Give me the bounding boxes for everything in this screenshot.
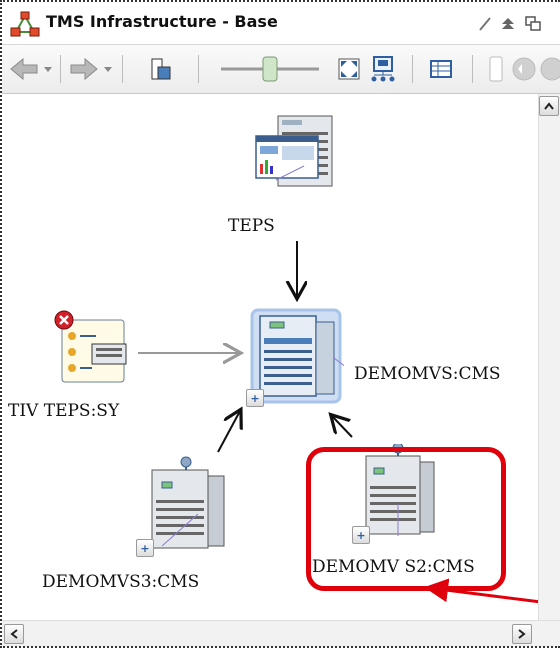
topology-window: TMS Infrastructure - Base TEPS + DEMOMVS… bbox=[0, 0, 560, 648]
toolbar-separator bbox=[472, 55, 473, 83]
fit-to-window-icon[interactable] bbox=[334, 51, 364, 87]
toolbar-separator bbox=[122, 55, 123, 83]
title-bar: TMS Infrastructure - Base bbox=[2, 2, 560, 45]
forward-arrow-icon[interactable] bbox=[68, 51, 100, 87]
table-view-icon[interactable] bbox=[426, 51, 456, 87]
chevron-left-icon bbox=[10, 629, 18, 639]
toolbar-separator bbox=[412, 55, 413, 83]
topology-canvas[interactable]: TEPS + DEMOMVS:CMS TIV TEPS:SY + DEMOMVS… bbox=[2, 94, 538, 620]
back-dropdown-icon[interactable] bbox=[40, 51, 56, 87]
forward-dropdown-icon[interactable] bbox=[100, 51, 116, 87]
toolbar-separator bbox=[198, 55, 199, 83]
node-tivteps-sy[interactable] bbox=[52, 310, 142, 392]
edge-demomvs2-to-demomvs bbox=[332, 416, 353, 438]
scroll-left-button[interactable] bbox=[4, 624, 24, 644]
node-label-demomvs-cms: DEMOMVS:CMS bbox=[354, 364, 501, 384]
scroll-right-button[interactable] bbox=[512, 624, 532, 644]
server-tower-icon bbox=[250, 308, 351, 404]
arrange-icon[interactable] bbox=[368, 51, 398, 87]
zoom-slider[interactable] bbox=[216, 51, 324, 87]
toggle-icon[interactable] bbox=[486, 51, 560, 87]
node-demomvs-cms[interactable] bbox=[250, 308, 351, 412]
back-arrow-icon[interactable] bbox=[8, 51, 40, 87]
highlight-box bbox=[306, 447, 506, 591]
teps-server-icon bbox=[255, 115, 333, 187]
node-teps[interactable] bbox=[242, 110, 342, 194]
node-demomvs3-cms[interactable] bbox=[142, 456, 232, 560]
agent-error-icon bbox=[54, 310, 127, 383]
chevron-up-icon bbox=[544, 102, 554, 110]
node-label-teps: TEPS bbox=[228, 216, 275, 236]
expand-button-demomvs[interactable]: + bbox=[246, 389, 264, 407]
edge-demomvs3-to-demomvs bbox=[217, 411, 240, 453]
expand-button-demomvs3[interactable]: + bbox=[136, 539, 154, 557]
window-title: TMS Infrastructure - Base bbox=[46, 12, 278, 31]
horizontal-scrollbar[interactable] bbox=[2, 620, 560, 647]
maximize-icon[interactable] bbox=[502, 18, 514, 29]
title-actions bbox=[460, 12, 560, 38]
vertical-scrollbar[interactable] bbox=[538, 94, 560, 620]
scroll-up-button[interactable] bbox=[539, 96, 559, 116]
server-tower-icon bbox=[151, 456, 225, 549]
edit-icon[interactable] bbox=[479, 17, 491, 31]
topology-icon bbox=[10, 11, 40, 37]
node-label-demomvs3-cms: DEMOMVS3:CMS bbox=[42, 572, 200, 592]
view-icon[interactable] bbox=[146, 51, 176, 87]
chevron-right-icon bbox=[518, 629, 526, 639]
node-label-tivteps-sy: TIV TEPS:SY bbox=[8, 401, 120, 421]
toolbar bbox=[2, 45, 560, 94]
restore-icon[interactable] bbox=[525, 16, 541, 31]
toolbar-separator bbox=[60, 55, 61, 83]
